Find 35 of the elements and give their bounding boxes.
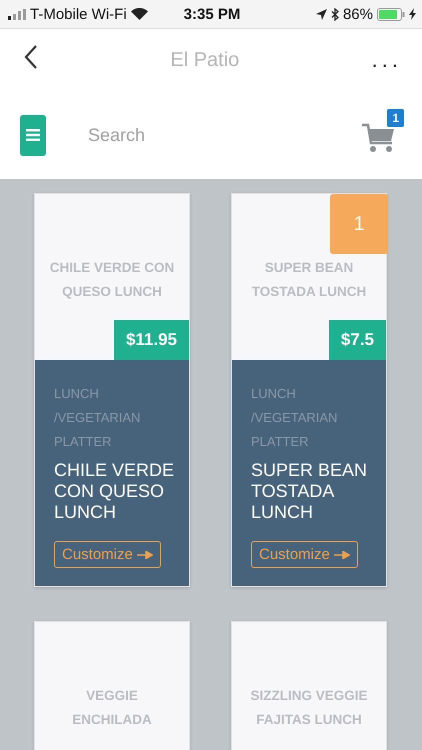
battery-percentage: 86% xyxy=(342,6,373,22)
product-card[interactable]: CHILE VERDE CON QUESO LUNCH $11.95 LUNCH /VEGETARIAN PLATTER CHILE VERDE CON QUESO LUNCH Customize xyxy=(34,193,190,587)
cart-count-badge: 1 xyxy=(387,108,404,126)
product-card[interactable]: 1 SUPER BEAN TOSTADA LUNCH $7.5 LUNCH /VEGETARIAN PLATTER SUPER BEAN TOSTADA LUNCH Customize xyxy=(231,193,387,587)
arrow-right-icon xyxy=(136,550,153,558)
customize-button[interactable]: Customize xyxy=(251,541,358,568)
product-title: SUPER BEAN TOSTADA LUNCH xyxy=(251,460,368,523)
product-name: VEGGIE ENCHILADA xyxy=(71,687,153,729)
carrier-name: T-Mobile Wi-Fi xyxy=(30,6,127,22)
product-card[interactable]: VEGGIE ENCHILADA xyxy=(34,621,190,750)
product-name: CHILE VERDE CON QUESO LUNCH xyxy=(48,259,176,301)
price-tag: $11.95 xyxy=(114,320,189,360)
product-card[interactable]: SIZZLING VEGGIE FAJITAS LUNCH xyxy=(231,621,387,750)
battery-icon xyxy=(376,8,405,20)
menu-icon xyxy=(26,129,40,141)
wifi-icon xyxy=(130,8,148,20)
price-tag: $7.5 xyxy=(328,320,386,360)
clock-time: 3:35 PM xyxy=(184,6,240,22)
quantity-badge: 1 xyxy=(330,194,388,254)
page-title: El Patio xyxy=(170,48,240,72)
customize-button[interactable]: Customize xyxy=(54,541,161,568)
more-button[interactable]: ... xyxy=(370,45,404,75)
product-name: SIZZLING VEGGIE FAJITAS LUNCH xyxy=(249,687,368,729)
menu-button[interactable] xyxy=(20,114,46,156)
charging-bolt-icon xyxy=(408,8,416,20)
product-name: SUPER BEAN TOSTADA LUNCH xyxy=(250,259,368,301)
category-label: LUNCH /VEGETARIAN PLATTER xyxy=(54,385,142,451)
back-chevron-icon xyxy=(24,45,38,69)
cart-icon[interactable] xyxy=(362,122,396,152)
bluetooth-icon xyxy=(330,8,339,20)
category-label: LUNCH /VEGETARIAN PLATTER xyxy=(251,385,338,451)
arrow-right-icon xyxy=(334,550,350,558)
product-title: CHILE VERDE CON QUESO LUNCH xyxy=(54,460,176,523)
location-arrow-icon xyxy=(316,8,327,20)
signal-icon xyxy=(8,8,26,20)
